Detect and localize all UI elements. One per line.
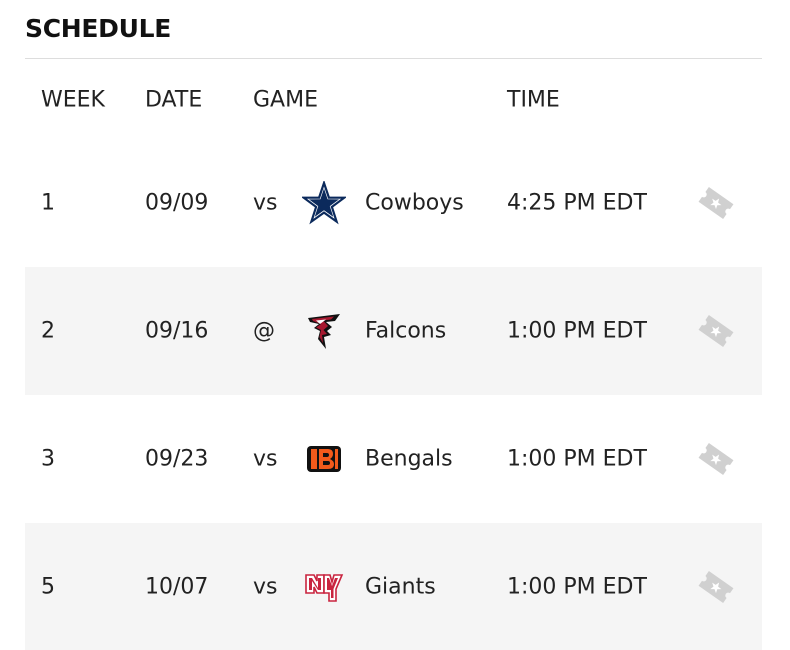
schedule-page: SCHEDULE WEEK DATE GAME TIME 1 09/09 vs … [0,0,790,650]
ticket-icon[interactable] [693,436,739,482]
column-header-game: GAME [253,87,318,113]
table-header-row: WEEK DATE GAME TIME [25,59,762,139]
cowboys-star-logo-icon[interactable] [300,179,348,227]
column-header-date: DATE [145,87,203,113]
ticket-icon[interactable] [693,308,739,354]
game-date: 09/23 [145,446,209,472]
ticket-icon[interactable] [693,564,739,610]
falcons-logo-icon[interactable] [300,307,348,355]
week-number: 2 [41,318,55,344]
opponent-name-link[interactable]: Falcons [365,319,446,344]
column-header-time: TIME [507,87,560,113]
game-time: 1:00 PM EDT [507,318,647,344]
week-number: 1 [41,190,55,216]
game-date: 10/07 [145,574,209,600]
table-row: 2 09/16 @ Falcons 1:00 PM EDT [25,267,762,395]
opponent-name-link[interactable]: Cowboys [365,191,464,216]
giants-ny-logo-icon[interactable] [300,563,348,611]
home-away-indicator: @ [253,318,275,344]
game-date: 09/09 [145,190,209,216]
schedule-table: WEEK DATE GAME TIME 1 09/09 vs Cowboys 4… [25,59,762,650]
game-time: 1:00 PM EDT [507,574,647,600]
home-away-indicator: vs [253,446,278,472]
home-away-indicator: vs [253,574,278,600]
opponent-name-link[interactable]: Giants [365,575,436,600]
bengals-logo-icon[interactable] [300,435,348,483]
opponent-name-link[interactable]: Bengals [365,447,453,472]
ticket-icon[interactable] [693,180,739,226]
table-row: 1 09/09 vs Cowboys 4:25 PM EDT [25,139,762,267]
game-time: 4:25 PM EDT [507,190,647,216]
schedule-title: SCHEDULE [25,14,172,43]
week-number: 3 [41,446,55,472]
game-date: 09/16 [145,318,209,344]
game-time: 1:00 PM EDT [507,446,647,472]
table-row: 3 09/23 vs Bengals 1:00 PM EDT [25,395,762,523]
column-header-week: WEEK [41,87,105,113]
week-number: 5 [41,574,55,600]
home-away-indicator: vs [253,190,278,216]
table-row: 5 10/07 vs Giants 1:00 PM EDT [25,523,762,650]
